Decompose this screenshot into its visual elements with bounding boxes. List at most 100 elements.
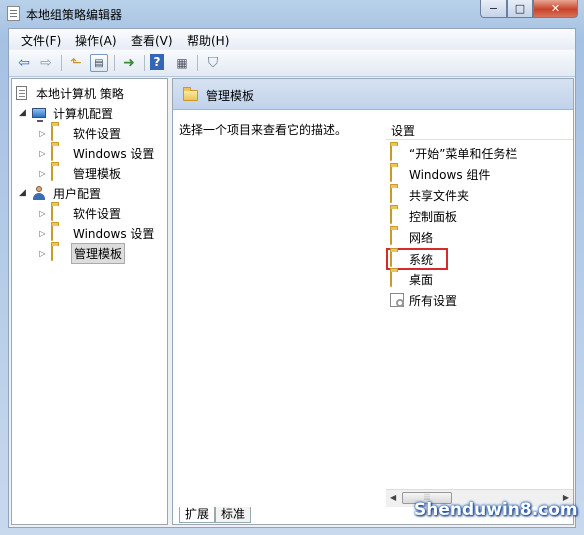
show-hide-tree-icon[interactable]: ▤ xyxy=(90,54,108,72)
back-arrow-icon[interactable]: ⇦ xyxy=(15,54,33,72)
list-item-label: “开始”菜单和任务栏 xyxy=(409,146,518,161)
tree-item-user-admin-templates[interactable]: ▷ 管理模板 xyxy=(38,242,126,264)
collapsed-arrow-icon[interactable]: ▷ xyxy=(38,149,47,158)
description-text: 选择一个项目来查看它的描述。 xyxy=(179,123,348,137)
list-item-all-settings[interactable]: 所有设置 xyxy=(390,291,457,309)
tree-label-user-config: 用户配置 xyxy=(53,186,102,201)
tree-item-computer-admin-templates[interactable]: ▷ 管理模板 xyxy=(38,164,123,182)
expanded-arrow-icon[interactable]: ◢ xyxy=(18,108,27,118)
window-title: 本地组策略编辑器 xyxy=(26,8,123,22)
user-icon xyxy=(31,186,47,200)
details-pane: 管理模板 选择一个项目来查看它的描述。 设置 “开始”菜单和任务栏 Window… xyxy=(172,78,574,525)
watermark-text: Shenduwin8.com xyxy=(414,500,578,520)
details-header-title: 管理模板 xyxy=(206,89,255,103)
collapsed-arrow-icon[interactable]: ▷ xyxy=(38,129,47,138)
close-button[interactable]: ✕ xyxy=(533,0,578,18)
folder-icon xyxy=(51,125,67,141)
list-item-network[interactable]: 网络 xyxy=(390,228,433,246)
collapsed-arrow-icon[interactable]: ▷ xyxy=(38,229,47,238)
menu-help[interactable]: 帮助(H) xyxy=(187,32,229,49)
tree-label: 软件设置 xyxy=(73,126,122,141)
list-item-windows-components[interactable]: Windows 组件 xyxy=(390,165,490,183)
tree-label-root: 本地计算机 策略 xyxy=(36,86,124,101)
list-item-desktop[interactable]: 桌面 xyxy=(390,270,433,288)
list-item-label: 系统 xyxy=(409,252,434,267)
tree-item-user-windows[interactable]: ▷ Windows 设置 xyxy=(38,224,156,242)
filter-icon[interactable]: ⛉ xyxy=(204,54,222,72)
list-item-system[interactable]: 系统 xyxy=(385,248,449,270)
window-controls: − □ ✕ xyxy=(480,0,578,18)
tree-item-user-software[interactable]: ▷ 软件设置 xyxy=(38,204,123,222)
toolbar-separator xyxy=(61,55,62,71)
folder-icon xyxy=(51,205,67,221)
window: 本地组策略编辑器 − □ ✕ 文件(F) 操作(A) 查看(V) 帮助(H) ⇦… xyxy=(0,0,584,535)
tree-root[interactable]: 本地计算机 策略 xyxy=(14,84,126,102)
computer-icon xyxy=(31,106,47,122)
tree-label: Windows 设置 xyxy=(73,146,155,161)
menu-file[interactable]: 文件(F) xyxy=(21,32,61,49)
tab-extended[interactable]: 扩展 xyxy=(179,507,216,523)
folder-icon xyxy=(390,166,406,182)
column-header-setting[interactable]: 设置 xyxy=(386,117,573,140)
tree-label: Windows 设置 xyxy=(73,226,155,241)
collapsed-arrow-icon[interactable]: ▷ xyxy=(38,249,47,258)
tree-item-computer-software[interactable]: ▷ 软件设置 xyxy=(38,124,123,142)
toolbar: ⇦ ⇨ ⬑ ▤ ➜ ? ▦ ⛉ xyxy=(9,50,575,77)
list-item-label: 控制面板 xyxy=(409,209,458,224)
menu-bar: 文件(F) 操作(A) 查看(V) 帮助(H) xyxy=(9,29,575,49)
settings-icon xyxy=(390,293,406,307)
up-folder-icon[interactable]: ⬑ xyxy=(67,54,85,72)
list-item-label: 共享文件夹 xyxy=(409,188,470,203)
title-bar[interactable]: 本地组策略编辑器 − □ ✕ xyxy=(0,0,584,28)
list-item-label: Windows 组件 xyxy=(409,167,491,182)
toolbar-separator xyxy=(114,55,115,71)
minimize-button[interactable]: − xyxy=(480,0,507,18)
policy-editor-app-icon xyxy=(7,6,20,21)
list-item-label: 网络 xyxy=(409,230,434,245)
folder-icon xyxy=(390,208,406,224)
tree-label: 软件设置 xyxy=(73,206,122,221)
view-tabs: 扩展 标准 xyxy=(179,507,252,525)
menu-view[interactable]: 查看(V) xyxy=(131,32,173,49)
tree-item-user-config[interactable]: ◢ 用户配置 xyxy=(18,184,103,202)
list-item-control-panel[interactable]: 控制面板 xyxy=(390,207,457,225)
folder-icon xyxy=(183,87,198,101)
folder-icon xyxy=(390,229,406,245)
collapsed-arrow-icon[interactable]: ▷ xyxy=(38,209,47,218)
list-item-label: 所有设置 xyxy=(409,293,458,308)
expanded-arrow-icon[interactable]: ◢ xyxy=(18,188,27,198)
folder-icon xyxy=(51,225,67,241)
toolbar-separator xyxy=(144,55,145,71)
folder-icon xyxy=(390,187,406,203)
tree-label-computer-config: 计算机配置 xyxy=(53,106,114,121)
watermark: Shenduwin8.com xyxy=(400,494,584,530)
tab-standard[interactable]: 标准 xyxy=(215,507,252,523)
scroll-left-arrow-icon[interactable]: ◀ xyxy=(390,493,396,502)
folder-icon xyxy=(390,271,406,287)
folder-icon xyxy=(51,165,67,181)
tree-label: 管理模板 xyxy=(73,166,122,181)
policy-document-icon xyxy=(14,86,30,100)
properties-icon[interactable]: ▦ xyxy=(173,54,191,72)
export-list-icon[interactable]: ➜ xyxy=(120,54,138,72)
column-header-label: 设置 xyxy=(391,124,416,138)
list-item-label: 桌面 xyxy=(409,272,434,287)
maximize-button[interactable]: □ xyxy=(507,0,533,18)
menu-action[interactable]: 操作(A) xyxy=(75,32,117,49)
settings-list[interactable]: 设置 “开始”菜单和任务栏 Windows 组件 共享文件夹 控制面板 网络 系… xyxy=(385,117,573,485)
client-area: 文件(F) 操作(A) 查看(V) 帮助(H) ⇦ ⇨ ⬑ ▤ ➜ ? ▦ ⛉ … xyxy=(8,28,576,528)
folder-icon xyxy=(51,145,67,161)
tree-item-computer-windows[interactable]: ▷ Windows 设置 xyxy=(38,144,156,162)
toolbar-separator xyxy=(197,55,198,71)
tree-item-computer-config[interactable]: ◢ 计算机配置 xyxy=(18,104,115,122)
details-header: 管理模板 xyxy=(173,79,573,110)
folder-icon xyxy=(390,145,406,161)
collapsed-arrow-icon[interactable]: ▷ xyxy=(38,169,47,178)
forward-arrow-icon[interactable]: ⇨ xyxy=(37,54,55,72)
tree-label-selected: 管理模板 xyxy=(71,242,126,264)
list-item-shared-folders[interactable]: 共享文件夹 xyxy=(390,186,469,204)
help-icon[interactable]: ? xyxy=(150,54,164,70)
tree-pane[interactable]: 本地计算机 策略 ◢ 计算机配置 ▷ 软件设置 ▷ Windows 设置 ▷ 管… xyxy=(11,78,168,525)
list-item-start-menu[interactable]: “开始”菜单和任务栏 xyxy=(390,144,517,162)
folder-icon xyxy=(51,245,67,261)
